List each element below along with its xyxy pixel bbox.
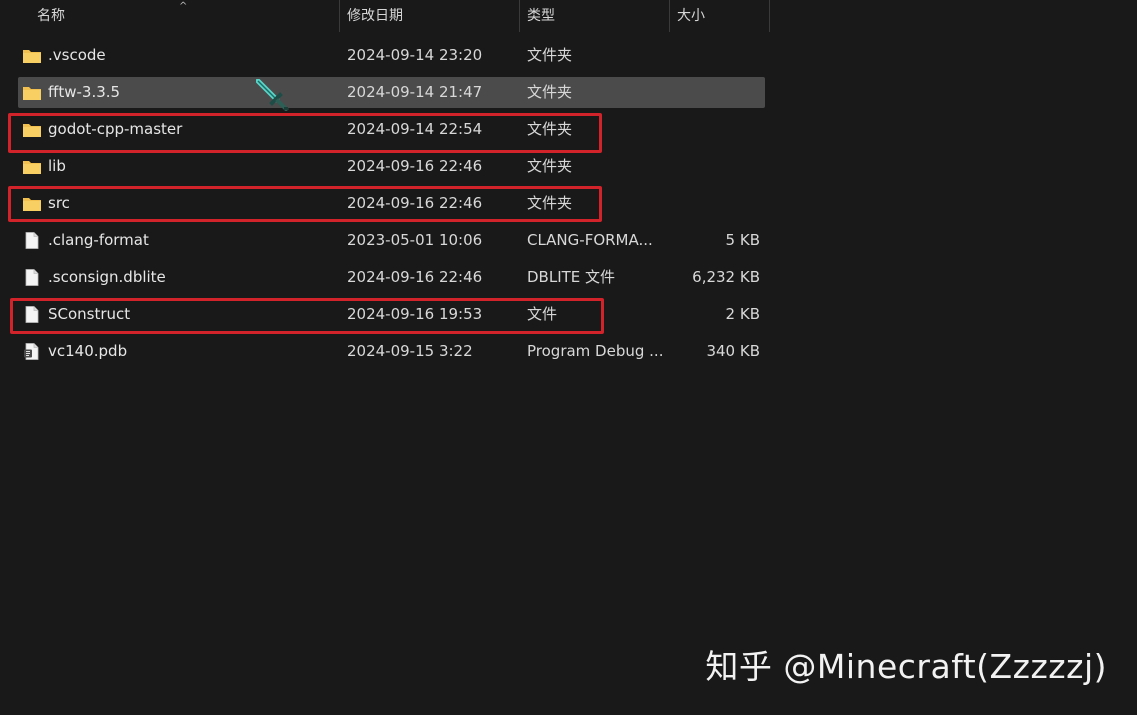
file-type: CLANG-FORMA... xyxy=(527,231,653,249)
folder-icon xyxy=(23,50,41,63)
zhihu-watermark: 知乎 @Minecraft(Zzzzzj) xyxy=(705,647,1107,686)
file-modified: 2024-09-15 3:22 xyxy=(347,342,473,360)
column-header-name[interactable]: 名称 ^ xyxy=(0,0,340,32)
file-name: lib xyxy=(48,157,66,175)
file-row-clang-format[interactable]: .clang-format 2023-05-01 10:06 CLANG-FOR… xyxy=(18,225,765,256)
file-row-fftw[interactable]: fftw-3.3.5 2024-09-14 21:47 文件夹 xyxy=(18,77,765,108)
file-row-src[interactable]: src 2024-09-16 22:46 文件夹 xyxy=(18,188,765,219)
file-size: 5 KB xyxy=(725,231,760,249)
column-header-modified[interactable]: 修改日期 xyxy=(340,0,520,32)
file-row-godot-cpp-master[interactable]: godot-cpp-master 2024-09-14 22:54 文件夹 xyxy=(18,114,765,145)
file-modified: 2023-05-01 10:06 xyxy=(347,231,483,249)
file-explorer: 名称 ^ 修改日期 类型 大小 .vscode 2024-09-14 23:20… xyxy=(0,0,1137,715)
file-type: 文件夹 xyxy=(527,83,573,101)
file-modified: 2024-09-14 23:20 xyxy=(347,46,483,64)
file-icon xyxy=(25,232,39,249)
file-type: 文件夹 xyxy=(527,194,573,212)
file-row-sconsign-dblite[interactable]: .sconsign.dblite 2024-09-16 22:46 DBLITE… xyxy=(18,262,765,293)
file-type: DBLITE 文件 xyxy=(527,268,616,286)
column-header-name-label: 名称 xyxy=(37,8,65,24)
file-size: 340 KB xyxy=(706,342,760,360)
column-header-modified-label: 修改日期 xyxy=(347,8,403,24)
file-modified: 2024-09-14 22:54 xyxy=(347,120,483,138)
file-type: 文件 xyxy=(527,305,558,323)
file-type: 文件夹 xyxy=(527,46,573,64)
file-row-sconstruct[interactable]: SConstruct 2024-09-16 19:53 文件 2 KB xyxy=(18,299,765,330)
file-modified: 2024-09-16 22:46 xyxy=(347,268,483,286)
folder-icon xyxy=(23,161,41,174)
file-row-lib[interactable]: lib 2024-09-16 22:46 文件夹 xyxy=(18,151,765,182)
diamond-sword-cursor-icon xyxy=(256,79,289,111)
file-modified: 2024-09-16 22:46 xyxy=(347,194,483,212)
file-row-vscode[interactable]: .vscode 2024-09-14 23:20 文件夹 xyxy=(18,40,765,71)
column-header-size-label: 大小 xyxy=(677,8,705,24)
file-type: Program Debug ... xyxy=(527,342,664,360)
file-type: 文件夹 xyxy=(527,157,573,175)
file-modified: 2024-09-14 21:47 xyxy=(347,83,483,101)
file-name: .vscode xyxy=(48,46,106,64)
file-size: 2 KB xyxy=(725,305,760,323)
file-modified: 2024-09-16 22:46 xyxy=(347,157,483,175)
file-type: 文件夹 xyxy=(527,120,573,138)
file-name: .clang-format xyxy=(48,231,149,249)
file-name: godot-cpp-master xyxy=(48,120,183,138)
file-name: vc140.pdb xyxy=(48,342,128,360)
column-header-size[interactable]: 大小 xyxy=(670,0,770,32)
file-name: SConstruct xyxy=(48,305,131,323)
folder-icon xyxy=(23,87,41,100)
pdb-file-icon xyxy=(24,343,39,360)
file-name: src xyxy=(48,194,70,212)
file-modified: 2024-09-16 19:53 xyxy=(347,305,483,323)
file-row-vc140-pdb[interactable]: vc140.pdb 2024-09-15 3:22 Program Debug … xyxy=(18,336,765,367)
column-header-type[interactable]: 类型 xyxy=(520,0,670,32)
column-header-type-label: 类型 xyxy=(527,8,555,24)
folder-icon xyxy=(23,198,41,211)
file-size: 6,232 KB xyxy=(692,268,760,286)
file-icon xyxy=(25,306,39,323)
sort-ascending-icon: ^ xyxy=(179,1,188,12)
file-name: fftw-3.3.5 xyxy=(48,83,121,101)
file-icon xyxy=(25,269,39,286)
file-name: .sconsign.dblite xyxy=(48,268,166,286)
folder-icon xyxy=(23,124,41,137)
